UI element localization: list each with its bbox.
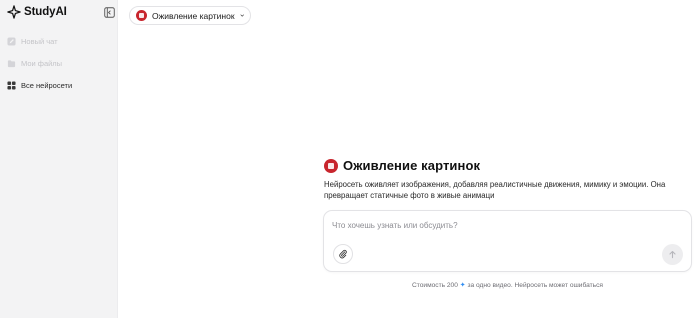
animate-icon [324,158,338,173]
sidebar-item-my-files[interactable]: Мои файлы [7,58,113,69]
sidebar: StudyAI Новый чат Мои файлы Все нейросет… [0,0,118,318]
sparkle-logo-icon [7,5,21,19]
sidebar-item-label: Все нейросети [21,81,73,90]
intro-header: Оживление картинок [324,158,480,173]
intro-description: Нейросеть оживляет изображения, добавляя… [324,180,666,200]
sidebar-nav: Новый чат Мои файлы Все нейросети [7,36,113,102]
paperclip-icon [339,249,347,259]
attach-button[interactable] [333,244,353,264]
token-icon: ✦ [459,282,466,289]
sidebar-item-label: Мои файлы [21,59,63,68]
chevron-down-icon [240,14,244,17]
sidebar-item-label: Новый чат [21,37,58,46]
folder-icon [7,60,16,68]
animate-icon [136,10,147,21]
edit-icon [7,37,16,46]
collapse-sidebar-button[interactable] [104,7,115,18]
cost-prefix: Стоимость 200 [412,282,458,289]
chat-composer [323,210,692,272]
model-selector[interactable]: Оживление картинок [129,6,251,25]
app-name: StudyAI [24,6,67,18]
cost-suffix: за одно видео. Нейросеть может ошибаться [467,282,603,289]
cost-notice: Стоимость 200 ✦ за одно видео. Нейросеть… [323,281,692,289]
grid-icon [7,81,16,90]
model-selector-label: Оживление картинок [152,10,235,21]
sidebar-item-all-networks[interactable]: Все нейросети [7,80,113,91]
send-button[interactable] [662,244,683,265]
sidebar-collapse-icon [104,7,115,18]
chat-input[interactable] [332,221,632,230]
arrow-up-icon [669,250,676,259]
sidebar-item-new-chat[interactable]: Новый чат [7,36,113,47]
logo[interactable]: StudyAI [7,5,67,19]
page-title: Оживление картинок [343,158,481,173]
